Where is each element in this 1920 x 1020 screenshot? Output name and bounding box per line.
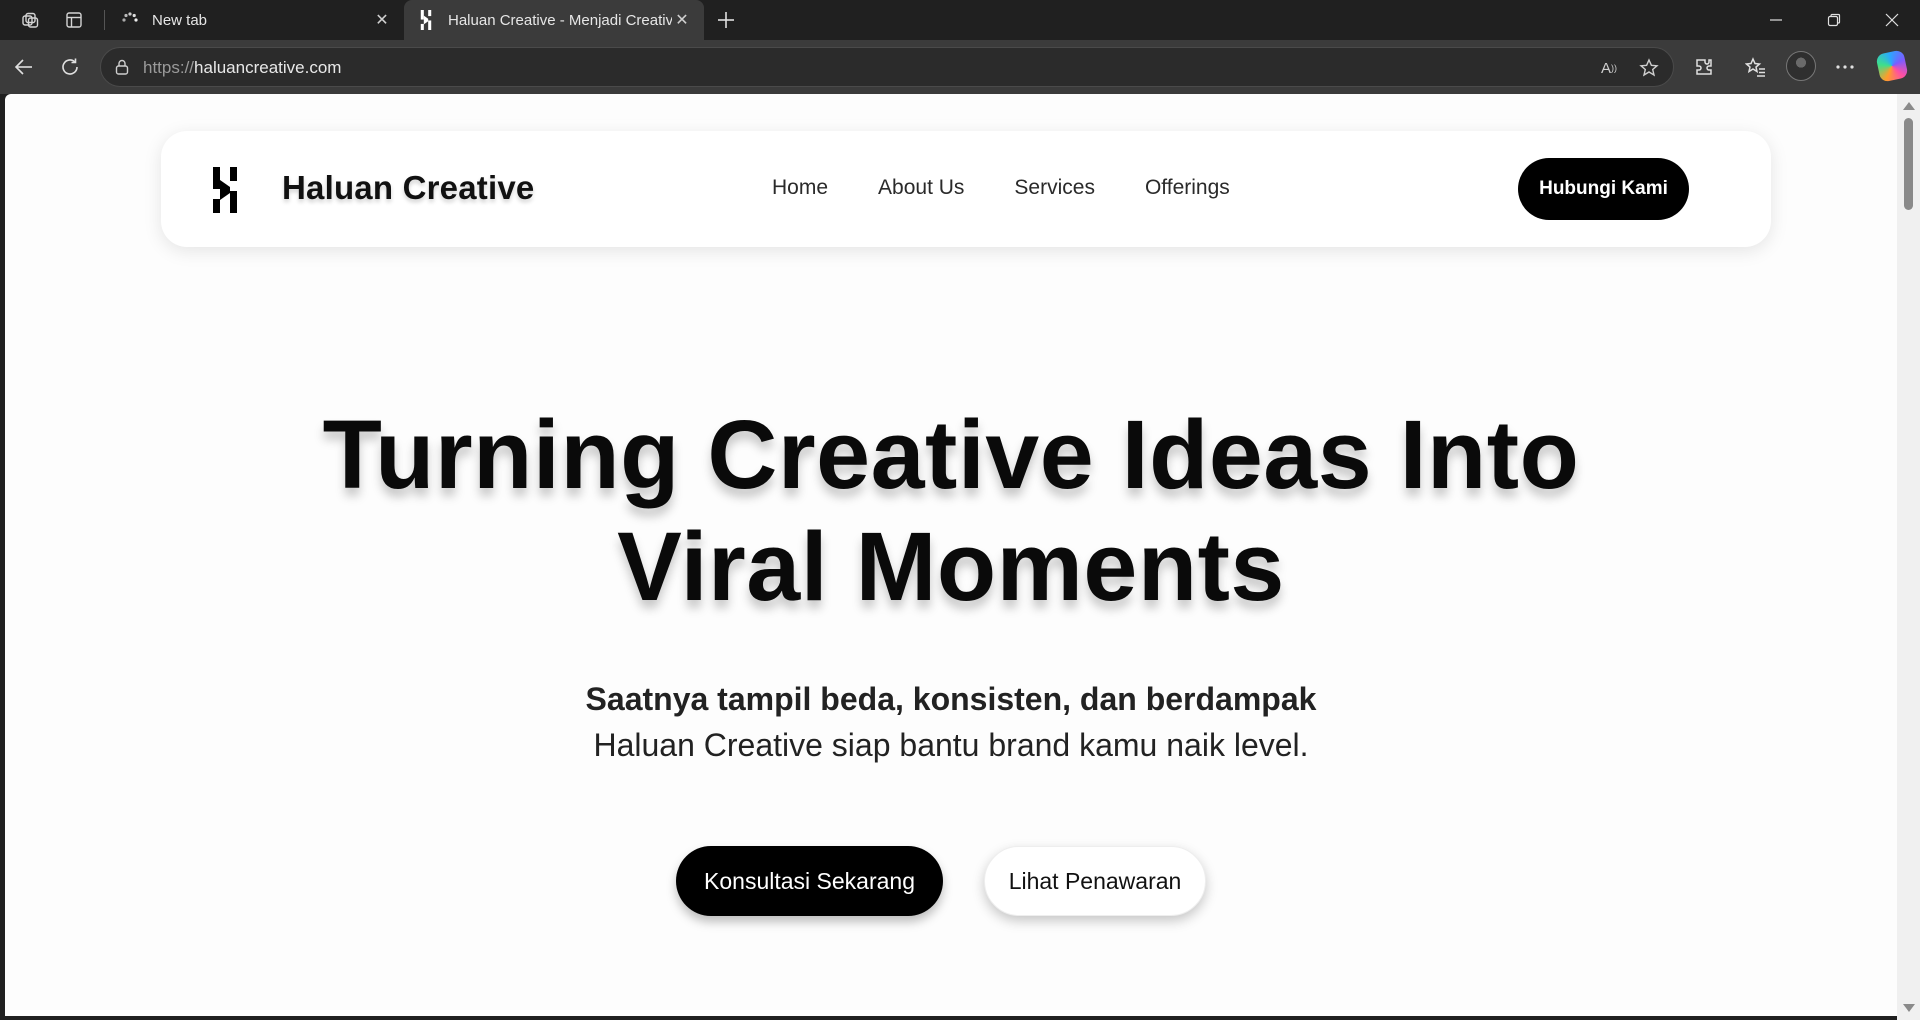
extensions-icon[interactable] — [1688, 52, 1720, 82]
tab-title: Haluan Creative - Menjadi Creativ — [448, 11, 672, 29]
nav-link-about-us[interactable]: About Us — [878, 176, 964, 200]
favorites-icon[interactable] — [1740, 52, 1772, 82]
minimize-icon[interactable] — [1748, 0, 1804, 40]
browser-window: New tab ✕ Haluan Creative - Menjadi Crea… — [0, 0, 1920, 1020]
page-viewport: Haluan Creative Home About Us Services O… — [5, 94, 1897, 1016]
nav-link-home[interactable]: Home — [772, 176, 828, 200]
address-bar[interactable]: https://haluancreative.com A)) — [100, 47, 1674, 87]
hero-title-line-1: Turning Creative Ideas Into — [322, 400, 1580, 509]
read-aloud-icon[interactable]: A)) — [1597, 56, 1621, 80]
url-host: haluancreative.com — [194, 58, 342, 77]
hero-subtitle: Haluan Creative siap bantu brand kamu na… — [593, 727, 1309, 763]
main-nav: Home About Us Services Offerings — [772, 176, 1230, 200]
haluan-logo-icon[interactable] — [213, 167, 237, 213]
scroll-up-arrow-icon[interactable] — [1903, 102, 1915, 110]
workspaces-icon[interactable] — [14, 6, 46, 34]
hero-title-line-2: Viral Moments — [617, 512, 1285, 621]
close-tab-icon[interactable]: ✕ — [372, 10, 392, 30]
favorite-star-icon[interactable] — [1637, 56, 1661, 80]
hero-subtitle-bold: Saatnya tampil beda, konsisten, dan berd… — [585, 681, 1317, 717]
page-scrollbar[interactable] — [1897, 94, 1920, 1020]
brand-name[interactable]: Haluan Creative — [282, 169, 534, 207]
url-protocol: https:// — [143, 58, 195, 77]
haluan-logo-icon — [416, 10, 436, 30]
site-header: Haluan Creative Home About Us Services O… — [161, 131, 1771, 247]
contact-us-button[interactable]: Hubungi Kami — [1518, 158, 1689, 220]
url-text[interactable]: https://haluancreative.com — [143, 58, 341, 78]
back-icon[interactable] — [8, 52, 40, 82]
browser-toolbar: https://haluancreative.com A)) — [0, 40, 1920, 94]
vertical-tabs-icon[interactable] — [58, 6, 90, 34]
view-offerings-button[interactable]: Lihat Penawaran — [984, 846, 1206, 916]
restore-icon[interactable] — [1806, 0, 1862, 40]
tab-new-tab[interactable]: New tab ✕ — [104, 0, 404, 40]
copilot-icon[interactable] — [1875, 49, 1909, 83]
tab-strip: New tab ✕ Haluan Creative - Menjadi Crea… — [0, 0, 1920, 40]
close-tab-icon[interactable]: ✕ — [672, 10, 692, 30]
hero-title: Turning Creative Ideas Into Viral Moment… — [5, 399, 1897, 623]
more-options-icon[interactable] — [1829, 52, 1861, 82]
tab-title: New tab — [152, 11, 208, 29]
consult-now-button[interactable]: Konsultasi Sekarang — [676, 846, 943, 916]
close-window-icon[interactable] — [1864, 0, 1920, 40]
loading-spinner-icon — [120, 10, 140, 30]
nav-link-offerings[interactable]: Offerings — [1145, 176, 1230, 200]
profile-avatar[interactable] — [1786, 51, 1816, 81]
new-tab-icon[interactable] — [712, 6, 740, 34]
site-info-icon[interactable] — [113, 58, 131, 76]
refresh-icon[interactable] — [54, 52, 86, 82]
scroll-down-arrow-icon[interactable] — [1903, 1004, 1915, 1012]
scrollbar-thumb[interactable] — [1904, 118, 1913, 210]
tab-haluan-creative[interactable]: Haluan Creative - Menjadi Creativ ✕ — [404, 0, 704, 40]
nav-link-services[interactable]: Services — [1014, 176, 1095, 200]
